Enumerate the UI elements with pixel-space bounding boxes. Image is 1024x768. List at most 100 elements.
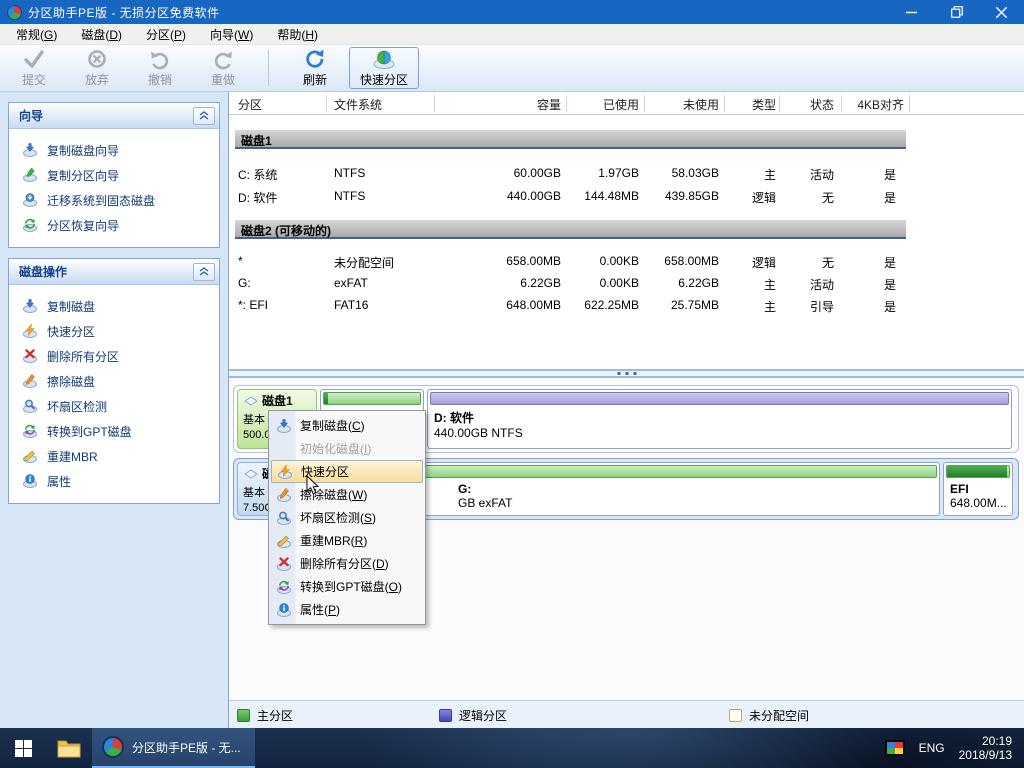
commit-button[interactable]: 提交 — [5, 47, 63, 89]
menu-partition[interactable]: 分区(P) — [134, 24, 198, 45]
ctx-quick-partition[interactable]: 快速分区 — [271, 460, 423, 483]
copy-disk-icon — [276, 418, 292, 434]
disk2-partition-efi[interactable]: EFI648.00M... — [943, 462, 1013, 516]
chevron-up-icon — [199, 267, 209, 276]
disk1-partition-d[interactable]: D: 软件440.00GB NTFS — [427, 389, 1012, 449]
sidebar-item-bad-sector-test[interactable]: 坏扇区检测 — [9, 393, 219, 418]
menu-help[interactable]: 帮助(H) — [265, 24, 330, 45]
sidebar-item-copy-disk-wizard[interactable]: 复制磁盘向导 — [9, 137, 219, 162]
sidebar-item-rebuild-mbr[interactable]: 重建MBR — [9, 443, 219, 468]
wizard-panel: 向导 复制磁盘向导 复制分区向导 迁移系统到固态磁盘 — [8, 102, 220, 248]
ctx-convert-to-gpt[interactable]: 转换到GPT磁盘(O) — [271, 575, 423, 598]
col-type[interactable]: 类型 — [724, 96, 776, 113]
partition-recovery-icon — [22, 217, 38, 233]
sidebar-item-convert-to-gpt[interactable]: 转换到GPT磁盘 — [9, 418, 219, 443]
bad-sector-test-icon — [22, 398, 38, 414]
chevron-up-icon — [199, 111, 209, 120]
col-unused[interactable]: 未使用 — [644, 96, 719, 113]
screen: 分区助手PE版 - 无损分区免费软件 常规(G) 磁盘(D) 分区(P) 向导(… — [0, 0, 1024, 768]
sidebar-item-migrate-os-ssd[interactable]: 迁移系统到固态磁盘 — [9, 187, 219, 212]
ctx-wipe-disk[interactable]: 擦除磁盘(W) — [271, 483, 423, 506]
splitter-handle[interactable] — [229, 369, 1024, 378]
redo-icon — [211, 48, 235, 70]
convert-to-gpt-icon — [276, 579, 292, 595]
menu-wizard[interactable]: 向导(W) — [198, 24, 265, 45]
col-capacity[interactable]: 容量 — [434, 96, 561, 113]
wizard-panel-title: 向导 — [19, 107, 193, 124]
context-menu: 复制磁盘(C) 初始化磁盘(I) 快速分区 擦除磁盘(W) 坏扇区检测(S) 重… — [268, 410, 426, 625]
file-explorer-button[interactable] — [46, 728, 92, 768]
col-4kb-aligned[interactable]: 4KB对齐 — [841, 96, 904, 113]
menu-general[interactable]: 常规(G) — [4, 24, 69, 45]
properties-icon — [22, 473, 38, 489]
col-used[interactable]: 已使用 — [566, 96, 639, 113]
legend-primary: 主分区 — [237, 707, 293, 724]
delete-all-partitions-icon — [22, 348, 38, 364]
quick-partition-button[interactable]: 快速分区 — [349, 47, 419, 89]
sidebar-item-copy-partition-wizard[interactable]: 复制分区向导 — [9, 162, 219, 187]
restore-button[interactable] — [934, 0, 979, 24]
undo-button[interactable]: 撤销 — [131, 47, 189, 89]
sidebar-item-quick-partition[interactable]: 快速分区 — [9, 318, 219, 343]
title-bar: 分区助手PE版 - 无损分区免费软件 — [0, 0, 1024, 24]
col-filesystem[interactable]: 文件系统 — [334, 96, 382, 113]
disk2-group-header[interactable]: 磁盘2 (可移动的) — [235, 220, 906, 239]
ctx-initialize-disk[interactable]: 初始化磁盘(I) — [271, 437, 423, 460]
quick-partition-icon — [22, 323, 38, 339]
ctx-bad-sector-test[interactable]: 坏扇区检测(S) — [271, 506, 423, 529]
collapse-disk-ops-button[interactable] — [193, 263, 215, 281]
ctx-copy-disk[interactable]: 复制磁盘(C) — [271, 414, 423, 437]
disk-operations-header: 磁盘操作 — [9, 259, 219, 285]
refresh-button[interactable]: 刷新 — [286, 47, 344, 89]
col-partition[interactable]: 分区 — [238, 96, 262, 113]
minimize-button[interactable] — [889, 0, 934, 24]
language-indicator[interactable]: ENG — [919, 741, 945, 755]
rebuild-mbr-icon — [276, 533, 292, 549]
migrate-os-icon — [22, 192, 38, 208]
ctx-rebuild-mbr[interactable]: 重建MBR(R) — [271, 529, 423, 552]
start-button[interactable] — [0, 728, 46, 768]
window-title: 分区助手PE版 - 无损分区免费软件 — [28, 4, 220, 21]
sidebar-item-wipe-disk[interactable]: 擦除磁盘 — [9, 368, 219, 393]
ctx-delete-all-partitions[interactable]: 删除所有分区(D) — [271, 552, 423, 575]
sidebar-item-delete-all-partitions[interactable]: 删除所有分区 — [9, 343, 219, 368]
discard-button[interactable]: 放弃 — [68, 47, 126, 89]
undo-icon — [148, 48, 172, 70]
display-settings-icon[interactable] — [885, 740, 905, 756]
app-logo-icon — [7, 5, 22, 20]
close-button[interactable] — [979, 0, 1024, 24]
redo-button[interactable]: 重做 — [194, 47, 252, 89]
table-header: 分区 文件系统 容量 已使用 未使用 类型 状态 4KB对齐 — [229, 92, 1024, 115]
sidebar-item-properties[interactable]: 属性 — [9, 468, 219, 493]
wizard-panel-header: 向导 — [9, 103, 219, 129]
discard-icon — [85, 48, 109, 70]
clock[interactable]: 20:19 2018/9/13 — [959, 734, 1012, 762]
commit-check-icon — [22, 48, 46, 70]
disk2-partition-g[interactable]: G:GB exFAT — [357, 462, 940, 516]
taskbar-app-button[interactable]: 分区助手PE版 - 无... — [92, 728, 255, 768]
toolbar: 提交 放弃 撤销 重做 刷新 快速分区 — [0, 45, 1024, 92]
logical-partition-swatch — [439, 709, 452, 722]
copy-disk-wizard-icon — [22, 142, 38, 158]
disk1-group-header[interactable]: 磁盘1 — [235, 130, 906, 149]
minimize-icon — [906, 7, 917, 18]
no-icon — [276, 441, 292, 457]
collapse-wizard-button[interactable] — [193, 107, 215, 125]
windows-logo-icon — [15, 740, 32, 757]
toolbar-separator — [268, 50, 269, 86]
menu-disk[interactable]: 磁盘(D) — [69, 24, 134, 45]
sidebar-item-copy-disk[interactable]: 复制磁盘 — [9, 293, 219, 318]
legend-bar: 主分区 逻辑分区 未分配空间 — [229, 700, 1024, 728]
disk-icon — [243, 468, 259, 480]
restore-icon — [951, 6, 963, 18]
app-logo-icon — [102, 736, 124, 758]
unallocated-swatch — [729, 709, 742, 722]
refresh-icon — [303, 48, 327, 70]
col-status[interactable]: 状态 — [779, 96, 834, 113]
sidebar-item-partition-recovery-wizard[interactable]: 分区恢复向导 — [9, 212, 219, 237]
disk-operations-title: 磁盘操作 — [19, 263, 193, 280]
legend-unallocated: 未分配空间 — [729, 707, 809, 724]
properties-icon — [276, 602, 292, 618]
sidebar: 向导 复制磁盘向导 复制分区向导 迁移系统到固态磁盘 — [0, 92, 228, 728]
ctx-properties[interactable]: 属性(P) — [271, 598, 423, 621]
